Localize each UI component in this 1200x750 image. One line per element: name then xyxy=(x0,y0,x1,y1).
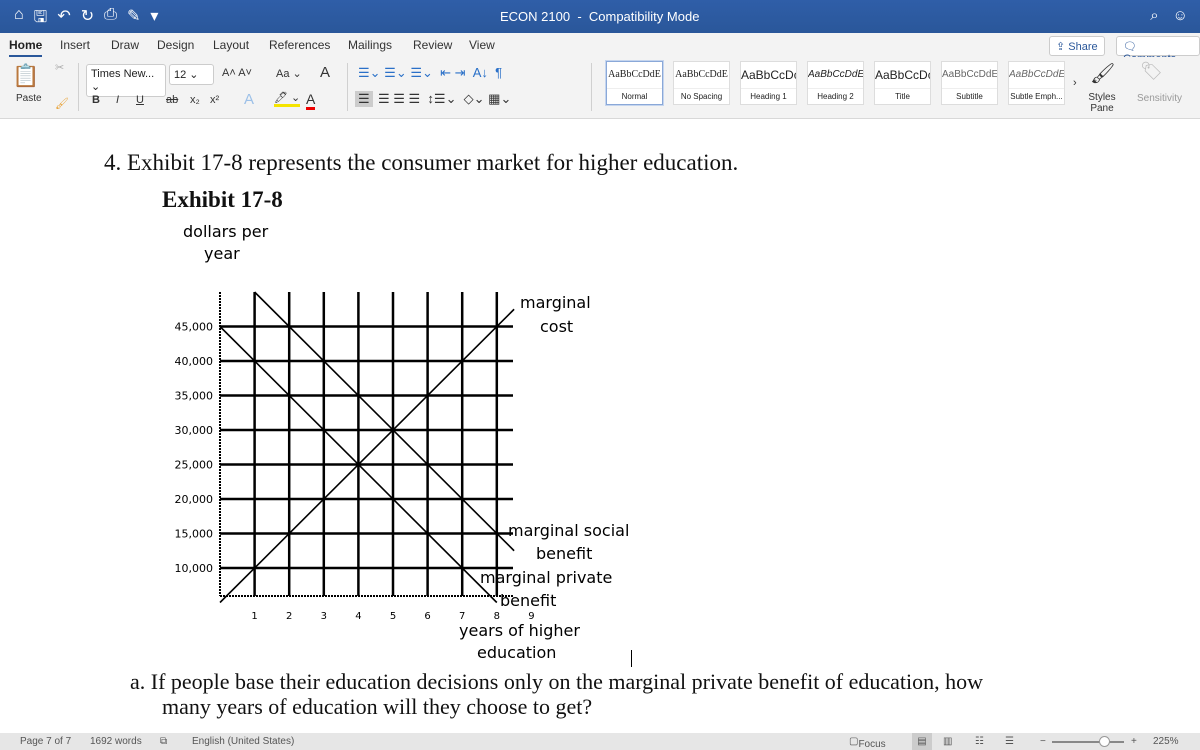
series-label: marginal xyxy=(520,293,591,312)
x-axis-label-line-2: education xyxy=(477,643,556,662)
zoom-slider[interactable] xyxy=(1052,736,1124,747)
zoom-slider-thumb[interactable] xyxy=(1098,736,1110,747)
series-label: cost xyxy=(540,317,573,336)
page-count[interactable]: Page 7 of 7 xyxy=(20,736,71,747)
y-axis-label-line-1: dollars per xyxy=(183,222,269,241)
series-line-marginal-social-benefit xyxy=(254,291,515,552)
word-count[interactable]: 1692 words xyxy=(90,736,142,747)
exhibit-chart: dollars per year years of higher educati… xyxy=(175,222,630,662)
x-tick-label: 7 xyxy=(459,611,465,622)
zoom-out-button[interactable]: − xyxy=(1040,736,1046,747)
x-tick-label: 2 xyxy=(286,611,292,622)
x-tick-label: 9 xyxy=(528,611,534,622)
y-tick-label: 35,000 xyxy=(175,390,214,403)
series-line-marginal-cost xyxy=(219,308,515,604)
language[interactable]: English (United States) xyxy=(192,736,294,747)
series-label: benefit xyxy=(536,544,592,563)
series-label: benefit xyxy=(500,591,556,610)
x-tick-label: 5 xyxy=(390,611,396,622)
x-tick-label: 8 xyxy=(494,611,500,622)
series-label: marginal private xyxy=(480,568,612,587)
print-layout-icon[interactable]: ▤ xyxy=(912,733,932,750)
web-layout-icon[interactable]: ▥ xyxy=(943,736,952,747)
y-axis-label-line-2: year xyxy=(204,244,240,263)
draft-icon[interactable]: ☰ xyxy=(1005,736,1014,747)
y-tick-label: 10,000 xyxy=(175,562,214,575)
y-tick-label: 45,000 xyxy=(175,321,214,334)
series-label: marginal social xyxy=(508,521,629,540)
y-tick-label: 15,000 xyxy=(175,528,214,541)
y-tick-label: 20,000 xyxy=(175,493,214,506)
x-tick-label: 6 xyxy=(424,611,430,622)
x-tick-label: 4 xyxy=(355,611,361,622)
status-bar: Page 7 of 7 1692 words ⧉ English (United… xyxy=(0,733,1200,750)
zoom-in-button[interactable]: + xyxy=(1131,736,1137,747)
y-tick-label: 25,000 xyxy=(175,459,214,472)
outline-icon[interactable]: ☷ xyxy=(975,736,984,747)
x-tick-label: 1 xyxy=(251,611,257,622)
focus-label: Focus xyxy=(858,739,886,750)
y-tick-label: 30,000 xyxy=(175,424,214,437)
x-axis-label-line-1: years of higher xyxy=(459,621,580,640)
proofing-icon[interactable]: ⧉ xyxy=(160,736,167,747)
focus-button[interactable]: ▢ Focus xyxy=(849,736,886,750)
y-tick-label: 40,000 xyxy=(175,355,214,368)
zoom-level[interactable]: 225% xyxy=(1153,736,1179,747)
x-tick-label: 3 xyxy=(321,611,327,622)
